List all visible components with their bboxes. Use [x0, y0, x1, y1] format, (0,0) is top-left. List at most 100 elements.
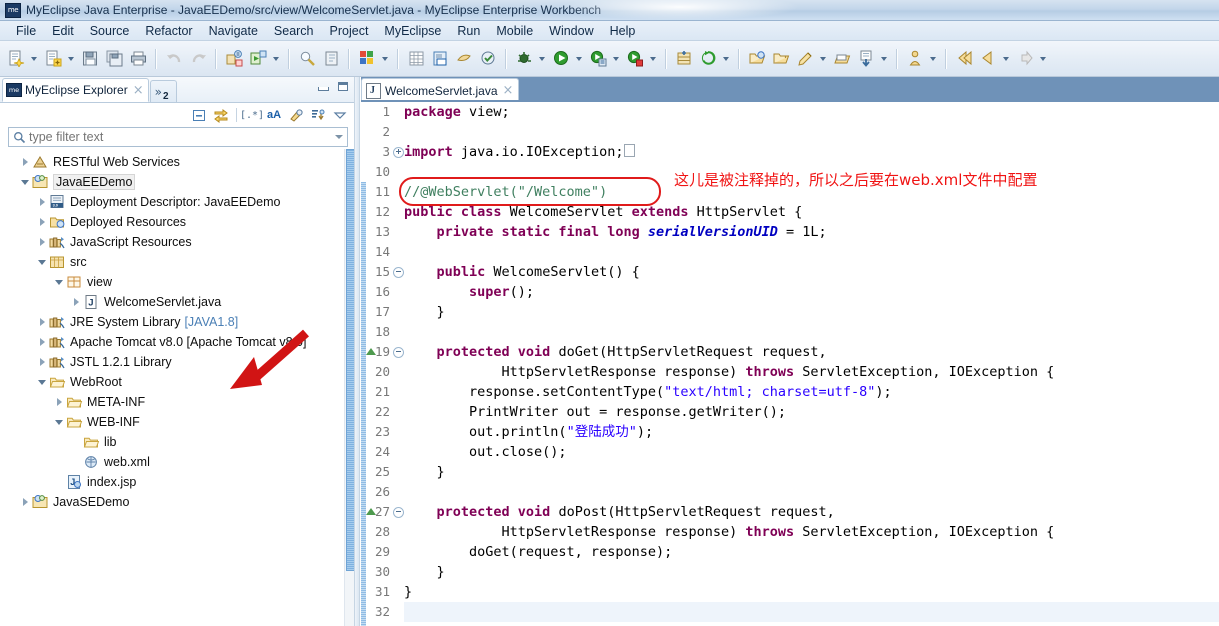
- web-browser-button[interactable]: [453, 48, 475, 70]
- print-button[interactable]: [127, 48, 149, 70]
- tab-welcomeservlet-java[interactable]: WelcomeServlet.java ×: [361, 78, 520, 102]
- tree-item[interactable]: JavaEEDemo: [0, 172, 346, 192]
- chevron-down-icon[interactable]: [1000, 48, 1011, 70]
- minimize-view-icon[interactable]: [316, 80, 330, 94]
- chevron-down-icon[interactable]: [1037, 48, 1048, 70]
- menu-mobile[interactable]: Mobile: [488, 23, 541, 39]
- fold-collapse-icon[interactable]: [393, 342, 404, 362]
- collapse-arrow-icon[interactable]: [52, 272, 66, 292]
- fold-expand-icon[interactable]: [393, 142, 404, 162]
- menu-window[interactable]: Window: [541, 23, 601, 39]
- menu-search[interactable]: Search: [266, 23, 322, 39]
- edit-button[interactable]: [794, 48, 816, 70]
- collapse-arrow-icon[interactable]: [52, 412, 66, 432]
- chevron-down-icon[interactable]: [379, 48, 390, 70]
- chevron-down-icon[interactable]: [536, 48, 547, 70]
- code-line[interactable]: out.println("登陆成功");: [404, 422, 653, 442]
- tree-item[interactable]: JSTL 1.2.1 Library: [0, 352, 346, 372]
- menu-edit[interactable]: Edit: [44, 23, 82, 39]
- regex-filter-button[interactable]: [.*]: [240, 106, 264, 125]
- tree-item[interactable]: J WelcomeServlet.java: [0, 292, 346, 312]
- close-icon[interactable]: ×: [133, 84, 144, 97]
- code-line[interactable]: HttpServletResponse response) throws Ser…: [404, 362, 1055, 382]
- expand-arrow-icon[interactable]: [52, 392, 66, 412]
- fold-collapse-icon[interactable]: [393, 262, 404, 282]
- code-line[interactable]: HttpServletResponse response) throws Ser…: [404, 522, 1055, 542]
- close-icon[interactable]: ×: [503, 84, 514, 97]
- code-line[interactable]: //@WebServlet("/Welcome"): [404, 182, 607, 202]
- code-line[interactable]: protected void doPost(HttpServletRequest…: [404, 502, 835, 522]
- collapse-arrow-icon[interactable]: [18, 172, 32, 192]
- filter-box[interactable]: [8, 127, 348, 147]
- view-menu-button[interactable]: [330, 106, 350, 125]
- expand-arrow-icon[interactable]: [35, 232, 49, 252]
- chevron-down-icon[interactable]: [573, 48, 584, 70]
- explorer-scrollbar[interactable]: [344, 149, 355, 626]
- code-line[interactable]: doGet(request, response);: [404, 542, 672, 562]
- code-line[interactable]: public class WelcomeServlet extends Http…: [404, 202, 802, 222]
- collapsed-imports-marker-icon[interactable]: [624, 144, 636, 157]
- link-with-editor-button[interactable]: [211, 106, 231, 125]
- perspective-button[interactable]: [356, 48, 378, 70]
- chevron-down-icon[interactable]: [927, 48, 938, 70]
- expand-arrow-icon[interactable]: [18, 152, 32, 172]
- tree-item[interactable]: view: [0, 272, 346, 292]
- search-button[interactable]: [296, 48, 318, 70]
- collapse-all-button[interactable]: [189, 106, 209, 125]
- menu-run[interactable]: Run: [449, 23, 488, 39]
- run-config-button[interactable]: [624, 48, 646, 70]
- tree-item[interactable]: META-INF: [0, 392, 346, 412]
- code-line[interactable]: protected void doGet(HttpServletRequest …: [404, 342, 827, 362]
- tree-item[interactable]: JRE System Library [JAVA1.8]: [0, 312, 346, 332]
- sort-button[interactable]: [308, 106, 328, 125]
- code-line[interactable]: }: [404, 302, 445, 322]
- open-type-button[interactable]: [320, 48, 342, 70]
- filters-button[interactable]: [286, 106, 306, 125]
- code-line[interactable]: PrintWriter out = response.getWriter();: [404, 402, 786, 422]
- chevron-down-icon[interactable]: [720, 48, 731, 70]
- menu-project[interactable]: Project: [322, 23, 377, 39]
- expand-arrow-icon[interactable]: [35, 332, 49, 352]
- new-wizard-button[interactable]: [5, 48, 27, 70]
- deploy-button[interactable]: [247, 48, 269, 70]
- code-line[interactable]: }: [404, 562, 445, 582]
- tree-item[interactable]: JavaSEDemo: [0, 492, 346, 512]
- refresh-server-button[interactable]: [697, 48, 719, 70]
- tree-item[interactable]: WebRoot: [0, 372, 346, 392]
- menu-myeclipse[interactable]: MyEclipse: [376, 23, 449, 39]
- database-explorer-button[interactable]: [405, 48, 427, 70]
- chevron-down-icon[interactable]: [270, 48, 281, 70]
- back-history-button[interactable]: [953, 48, 975, 70]
- tree-item[interactable]: JavaScript Resources: [0, 232, 346, 252]
- maximize-view-icon[interactable]: [336, 80, 350, 94]
- chevron-down-icon[interactable]: [610, 48, 621, 70]
- chevron-down-icon[interactable]: [817, 48, 828, 70]
- tree-item[interactable]: lib: [0, 432, 346, 452]
- tree-item[interactable]: Deployed Resources: [0, 212, 346, 232]
- open-folder-button[interactable]: [770, 48, 792, 70]
- tree-item[interactable]: 3.0 Deployment Descriptor: JavaEEDemo: [0, 192, 346, 212]
- menu-source[interactable]: Source: [82, 23, 138, 39]
- panel-sash[interactable]: [354, 77, 360, 626]
- code-line[interactable]: import java.io.IOException;: [404, 142, 636, 162]
- debug-button[interactable]: [513, 48, 535, 70]
- code-line[interactable]: private static final long serialVersionU…: [404, 222, 827, 242]
- code-line[interactable]: public WelcomeServlet() {: [404, 262, 640, 282]
- chevron-down-icon[interactable]: [878, 48, 889, 70]
- expand-arrow-icon[interactable]: [35, 312, 49, 332]
- chevron-down-icon[interactable]: [65, 48, 76, 70]
- code-line[interactable]: }: [404, 462, 445, 482]
- save-button[interactable]: [79, 48, 101, 70]
- filter-history-dropdown[interactable]: [331, 135, 347, 139]
- html-2-button[interactable]: [429, 48, 451, 70]
- tree-item[interactable]: Jindex.jsp: [0, 472, 346, 492]
- collapse-arrow-icon[interactable]: [35, 372, 49, 392]
- validate-button[interactable]: [477, 48, 499, 70]
- tree-item[interactable]: web.xml: [0, 452, 346, 472]
- fold-collapse-icon[interactable]: [393, 502, 404, 522]
- new-java-file-button[interactable]: [42, 48, 64, 70]
- code-line[interactable]: package view;: [404, 102, 510, 122]
- case-sensitive-button[interactable]: aA: [264, 106, 284, 125]
- new-server-button[interactable]: [673, 48, 695, 70]
- chevron-down-icon[interactable]: [28, 48, 39, 70]
